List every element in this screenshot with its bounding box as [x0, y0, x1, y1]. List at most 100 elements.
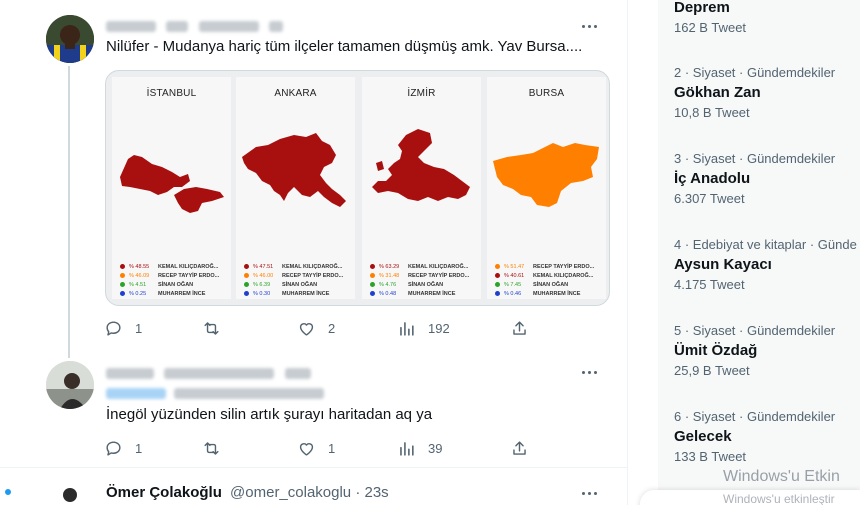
result-row: % 51.47 RECEP TAYYİP ERDO... — [495, 262, 603, 271]
result-percent: % 7.45 — [504, 281, 522, 288]
results-legend: % 51.47 RECEP TAYYİP ERDO... % 40.61 KEMAL… — [495, 262, 603, 298]
result-percent: % 51.47 — [504, 263, 525, 270]
heart-icon — [299, 322, 314, 336]
map-title: BURSA — [528, 88, 565, 99]
map-panel-bursa: BURSA % 51.47 RECEP TAYYİP ERDO... % 40.6… — [487, 77, 606, 299]
result-dot — [370, 273, 375, 278]
share-button[interactable] — [510, 316, 529, 340]
tweet-text: İnegöl yüzünden silin artık şurayı harit… — [106, 406, 433, 423]
candidate-name: MUHARREM İNCE — [158, 290, 206, 297]
trend-count: 25,9 B Tweet — [674, 363, 750, 378]
result-percent: % 0.48 — [379, 290, 397, 297]
trend-name: Aysun Kayacı — [674, 256, 772, 273]
trend-item[interactable]: Deprem 162 B Tweet — [674, 0, 860, 36]
view-count: 192 — [428, 320, 450, 336]
trend-item[interactable]: 2 · Siyaset · Gündemdekiler Gökhan Zan 1… — [674, 65, 860, 121]
results-legend: % 63.29 KEMAL KILIÇDAROĞ... % 31.48 RECEP … — [370, 262, 478, 298]
more-icon[interactable] — [577, 481, 601, 505]
candidate-name: KEMAL KILIÇDAROĞ... — [408, 263, 469, 270]
ankara-map-icon — [242, 133, 346, 207]
trend-item[interactable]: 6 · Siyaset · Gündemdekiler Gelecek 133 … — [674, 409, 860, 465]
results-legend: % 47.51 KEMAL KILIÇDAROĞ... % 46.00 RECEP … — [244, 262, 352, 298]
result-dot — [370, 291, 375, 296]
trend-meta: 6 · Siyaset · Gündemdekiler — [674, 409, 836, 424]
trend-item[interactable]: 4 · Edebiyat ve kitaplar · Günde Aysun K… — [674, 237, 860, 293]
unread-dot — [5, 489, 11, 495]
reply-button[interactable]: 1 — [104, 316, 142, 340]
result-row: % 47.51 KEMAL KILIÇDAROĞ... — [244, 262, 352, 271]
candidate-name: KEMAL KILIÇDAROĞ... — [282, 263, 343, 270]
trend-count: 133 B Tweet — [674, 449, 747, 464]
map-panel-izmir: İZMİR % 63.29 KEMAL KILIÇDAROĞ... % 31.48… — [362, 77, 481, 299]
candidate-name: RECEP TAYYİP ERDO... — [282, 272, 344, 279]
result-percent: % 40.61 — [504, 272, 525, 279]
result-dot — [244, 264, 249, 269]
trend-item[interactable]: 5 · Siyaset · Gündemdekiler Ümit Özdağ 2… — [674, 323, 860, 379]
candidate-name: RECEP TAYYİP ERDO... — [533, 263, 595, 270]
replying-to — [106, 385, 325, 400]
avatar[interactable] — [46, 361, 94, 409]
trend-meta: 3 · Siyaset · Gündemdekiler — [674, 151, 836, 166]
result-dot — [495, 282, 500, 287]
retweet-button[interactable] — [202, 316, 221, 340]
trend-count: 6.307 Tweet — [674, 191, 745, 206]
results-legend: % 48.55 KEMAL KILIÇDAROĞ... % 46.09 RECEP … — [120, 262, 228, 298]
tweet-header: Ömer Çolakoğlu @omer_colakoglu · 23s — [106, 484, 389, 501]
result-row: % 0.48 MUHARREM İNCE — [370, 289, 478, 298]
like-count: 2 — [328, 320, 336, 336]
tweet-3[interactable]: Ömer Çolakoğlu @omer_colakoglu · 23s — [0, 469, 627, 505]
result-dot — [244, 273, 249, 278]
thread-line — [68, 66, 70, 358]
result-percent: % 47.51 — [253, 263, 274, 270]
tweet-actions: 1 2 192 — [104, 316, 534, 340]
election-maps-image[interactable]: İSTANBUL % 48.55 KEMAL KILIÇDAROĞ... % 46… — [105, 70, 610, 306]
tweet-2[interactable]: İnegöl yüzünden silin artık şurayı harit… — [0, 350, 627, 468]
trend-name: Gökhan Zan — [674, 84, 761, 101]
result-dot — [495, 273, 500, 278]
retweet-icon — [204, 321, 219, 335]
tweet-header — [106, 18, 284, 33]
views-icon — [400, 441, 414, 456]
result-row: % 63.29 KEMAL KILIÇDAROĞ... — [370, 262, 478, 271]
timeline-feed: Nilüfer - Mudanya hariç tüm ilçeler tama… — [0, 0, 628, 505]
views-button[interactable]: 192 — [397, 316, 450, 340]
trend-name: Gelecek — [674, 428, 732, 445]
tweet-1[interactable]: Nilüfer - Mudanya hariç tüm ilçeler tama… — [0, 0, 627, 358]
more-icon[interactable] — [577, 14, 601, 38]
result-percent: % 0.25 — [129, 290, 147, 297]
result-percent: % 6.39 — [253, 281, 271, 288]
author-name[interactable]: Ömer Çolakoğlu — [106, 484, 222, 501]
reply-count: 1 — [135, 320, 143, 336]
like-button[interactable]: 2 — [297, 316, 335, 340]
retweet-button[interactable] — [202, 436, 221, 460]
trend-item[interactable]: 3 · Siyaset · Gündemdekiler İç Anadolu 6… — [674, 151, 860, 207]
heart-icon — [299, 442, 314, 456]
candidate-name: MUHARREM İNCE — [282, 290, 330, 297]
reply-button[interactable]: 1 — [104, 436, 142, 460]
bursa-map-icon — [493, 143, 599, 207]
candidate-name: RECEP TAYYİP ERDO... — [158, 272, 220, 279]
result-dot — [120, 273, 125, 278]
trend-count: 162 B Tweet — [674, 20, 747, 35]
result-dot — [120, 291, 125, 296]
share-button[interactable] — [510, 436, 529, 460]
candidate-name: SİNAN OĞAN — [282, 281, 318, 288]
avatar[interactable] — [46, 15, 94, 63]
like-button[interactable]: 1 — [297, 436, 335, 460]
trend-name: İç Anadolu — [674, 170, 751, 187]
avatar[interactable] — [50, 481, 90, 505]
result-percent: % 0.46 — [504, 290, 522, 297]
result-dot — [120, 282, 125, 287]
view-count: 39 — [428, 440, 443, 456]
izmir-map-icon — [372, 129, 470, 201]
candidate-name: KEMAL KILIÇDAROĞ... — [533, 272, 594, 279]
views-button[interactable]: 39 — [397, 436, 442, 460]
map-panel-istanbul: İSTANBUL % 48.55 KEMAL KILIÇDAROĞ... % 46… — [112, 77, 231, 299]
result-row: % 0.30 MUHARREM İNCE — [244, 289, 352, 298]
candidate-name: SİNAN OĞAN — [533, 281, 569, 288]
more-icon[interactable] — [577, 360, 601, 384]
result-row: % 48.55 KEMAL KILIÇDAROĞ... — [120, 262, 228, 271]
result-percent: % 4.51 — [129, 281, 147, 288]
author-handle-time[interactable]: @omer_colakoglu · 23s — [230, 484, 389, 501]
reply-icon — [106, 320, 121, 336]
